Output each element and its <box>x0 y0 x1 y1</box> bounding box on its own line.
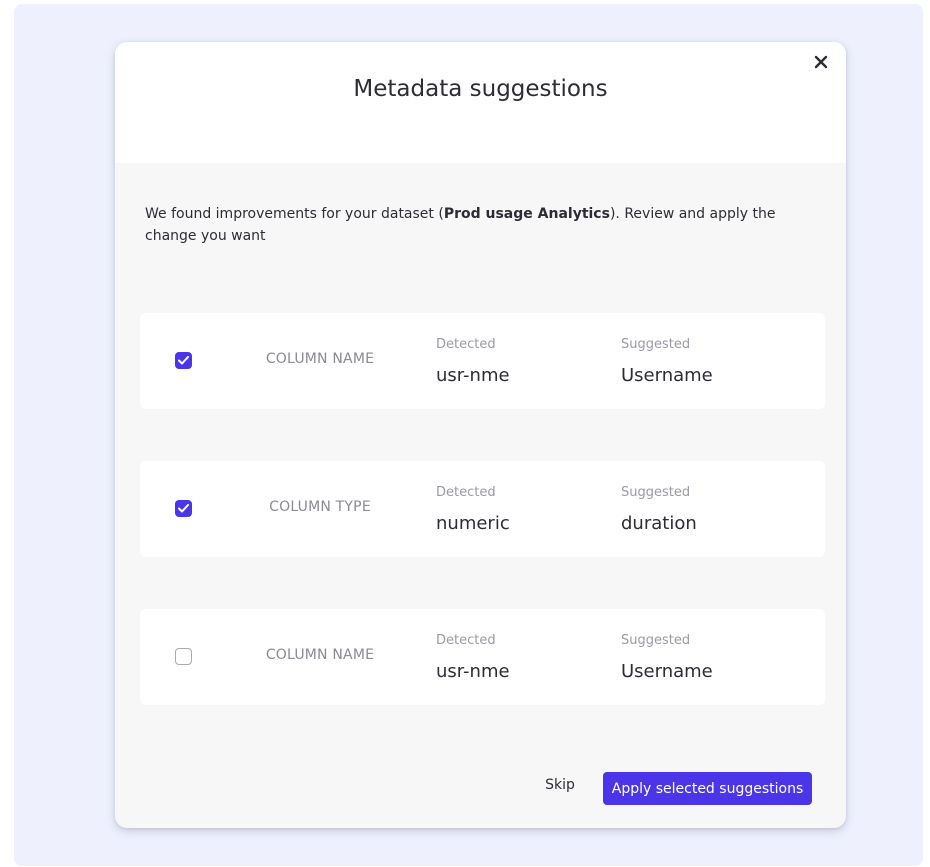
checkmark-icon <box>178 504 189 513</box>
checkmark-icon <box>178 356 189 365</box>
suggestion-checkbox[interactable] <box>175 500 192 517</box>
apply-selected-suggestions-button[interactable]: Apply selected suggestions <box>603 772 812 805</box>
detected-value: usr-nme <box>436 661 510 682</box>
suggested-value: Username <box>621 661 713 682</box>
suggestion-row: COLUMN TYPE Detected numeric Suggested d… <box>140 461 825 557</box>
suggested-label: Suggested <box>621 485 691 500</box>
detected-label: Detected <box>436 633 496 648</box>
suggested-label: Suggested <box>621 337 691 352</box>
detected-value: usr-nme <box>436 365 510 386</box>
suggestion-row: COLUMN NAME Detected usr-nme Suggested U… <box>140 313 825 409</box>
suggestion-checkbox[interactable] <box>175 352 192 369</box>
suggestion-row: COLUMN NAME Detected usr-nme Suggested U… <box>140 609 825 705</box>
dialog-header: Metadata suggestions <box>115 42 846 163</box>
suggestion-type: COLUMN NAME <box>265 351 375 367</box>
suggested-label: Suggested <box>621 633 691 648</box>
suggestion-checkbox[interactable] <box>175 648 192 665</box>
suggestion-type: COLUMN NAME <box>265 647 375 663</box>
suggested-value: duration <box>621 513 697 534</box>
detected-value: numeric <box>436 513 510 534</box>
dialog-title: Metadata suggestions <box>353 76 608 102</box>
detected-label: Detected <box>436 485 496 500</box>
dataset-name: Prod usage Analytics <box>443 206 610 222</box>
metadata-suggestions-dialog: Metadata suggestions We found improvemen… <box>115 42 846 828</box>
close-icon <box>814 55 828 69</box>
detected-label: Detected <box>436 337 496 352</box>
dialog-description: We found improvements for your dataset (… <box>145 206 776 244</box>
skip-button[interactable]: Skip <box>535 777 585 793</box>
close-button[interactable] <box>809 50 833 74</box>
suggestion-type: COLUMN TYPE <box>269 499 371 515</box>
suggested-value: Username <box>621 365 713 386</box>
